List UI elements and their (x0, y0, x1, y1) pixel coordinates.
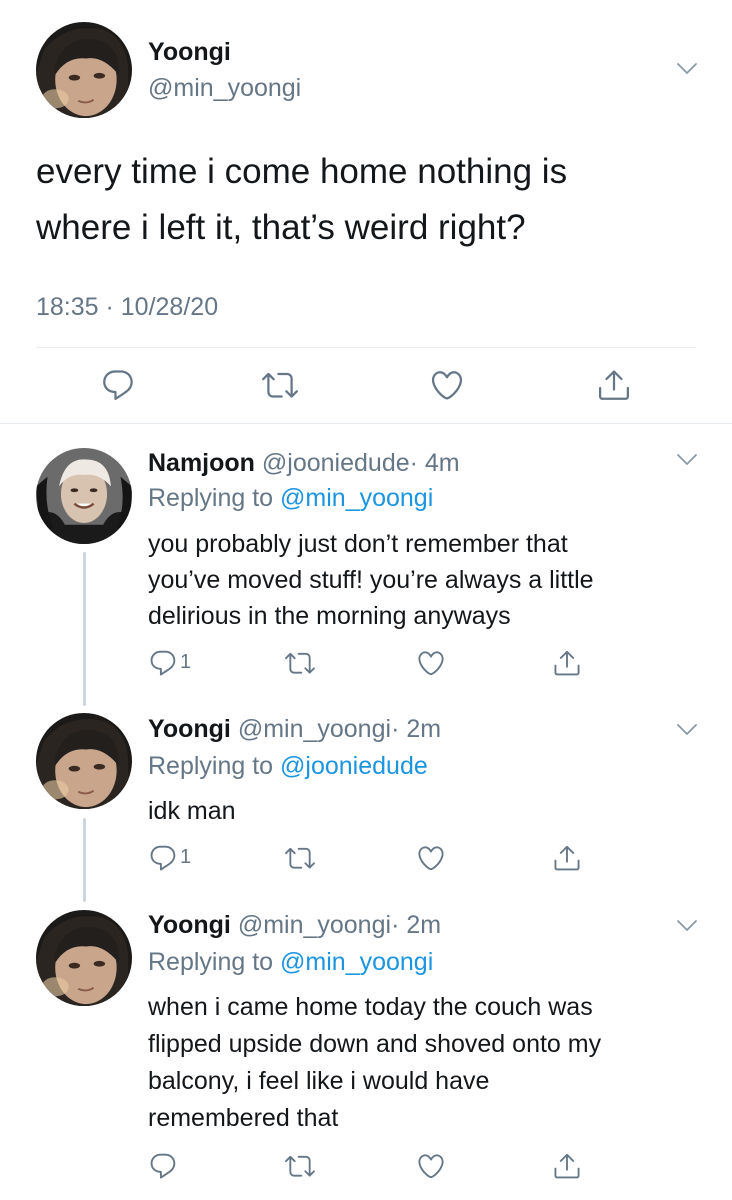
reply-text-line-1: when i came home today the couch was (148, 993, 593, 1021)
reply-text-line-3: delirious in the morning anyways (148, 602, 511, 630)
author-name[interactable]: Yoongi (148, 38, 231, 67)
retweet-icon[interactable] (285, 1151, 315, 1181)
reply-text-line-1: idk man (148, 797, 236, 825)
share-icon[interactable] (596, 367, 632, 403)
thread-line (83, 818, 86, 902)
reply-text-line-4: remembered that (148, 1104, 339, 1132)
replying-to-label: Replying to (148, 752, 281, 780)
replying-to: Replying to @jooniedude (148, 752, 428, 781)
reply-time: · 4m (409, 449, 460, 477)
replying-to-label: Replying to (148, 484, 281, 512)
replying-to: Replying to @min_yoongi (148, 484, 433, 513)
replying-to-label: Replying to (148, 948, 281, 976)
reply-header: Yoongi @min_yoongi· 2m (148, 715, 441, 744)
chevron-down-icon[interactable] (676, 723, 698, 737)
author-name[interactable]: Namjoon (148, 449, 255, 477)
reply-count: 1 (180, 651, 192, 673)
thread-line (83, 552, 86, 706)
section-divider (0, 423, 732, 424)
avatar[interactable] (36, 22, 132, 118)
reply-icon[interactable] (148, 843, 178, 873)
tweet-text-line-2: where i left it, that’s weird right? (36, 208, 526, 247)
reply-header: Namjoon @jooniedude· 4m (148, 449, 460, 478)
retweet-icon[interactable] (262, 367, 298, 403)
chevron-down-icon[interactable] (676, 453, 698, 467)
avatar[interactable] (36, 910, 132, 1006)
avatar[interactable] (36, 448, 132, 544)
author-name[interactable]: Yoongi (148, 715, 231, 743)
like-icon[interactable] (416, 843, 446, 873)
reply-count: 1 (180, 846, 192, 868)
like-icon[interactable] (416, 648, 446, 678)
replying-to-link[interactable]: @jooniedude (280, 752, 428, 780)
retweet-icon[interactable] (285, 648, 315, 678)
reply-icon[interactable] (148, 648, 178, 678)
author-handle[interactable]: @jooniedude (262, 449, 410, 477)
share-icon[interactable] (552, 1151, 582, 1181)
share-icon[interactable] (552, 648, 582, 678)
reply-text-line-2: you’ve moved stuff! you’re always a litt… (148, 566, 594, 594)
tweet-timestamp: 18:35 · 10/28/20 (36, 293, 219, 321)
retweet-icon[interactable] (285, 843, 315, 873)
like-icon[interactable] (416, 1151, 446, 1181)
divider (36, 347, 696, 348)
avatar[interactable] (36, 713, 132, 809)
like-icon[interactable] (429, 367, 465, 403)
reply-text-line-3: balcony, i feel like i would have (148, 1067, 490, 1095)
tweet-text-line-1: every time i come home nothing is (36, 152, 568, 191)
reply-header: Yoongi @min_yoongi· 2m (148, 911, 441, 940)
author-handle[interactable]: @min_yoongi (148, 74, 301, 103)
reply-text-line-2: flipped upside down and shoved onto my (148, 1030, 602, 1058)
replying-to-link[interactable]: @min_yoongi (280, 948, 433, 976)
share-icon[interactable] (552, 843, 582, 873)
reply-time: · 2m (391, 911, 442, 939)
chevron-down-icon[interactable] (676, 919, 698, 933)
reply-icon[interactable] (100, 367, 136, 403)
chevron-down-icon[interactable] (676, 62, 698, 76)
reply-text-line-1: you probably just don’t remember that (148, 530, 568, 558)
author-handle[interactable]: @min_yoongi (238, 715, 391, 743)
replying-to: Replying to @min_yoongi (148, 948, 433, 977)
replying-to-link[interactable]: @min_yoongi (280, 484, 433, 512)
reply-icon[interactable] (148, 1151, 178, 1181)
author-handle[interactable]: @min_yoongi (238, 911, 391, 939)
reply-time: · 2m (391, 715, 442, 743)
author-name[interactable]: Yoongi (148, 911, 231, 939)
